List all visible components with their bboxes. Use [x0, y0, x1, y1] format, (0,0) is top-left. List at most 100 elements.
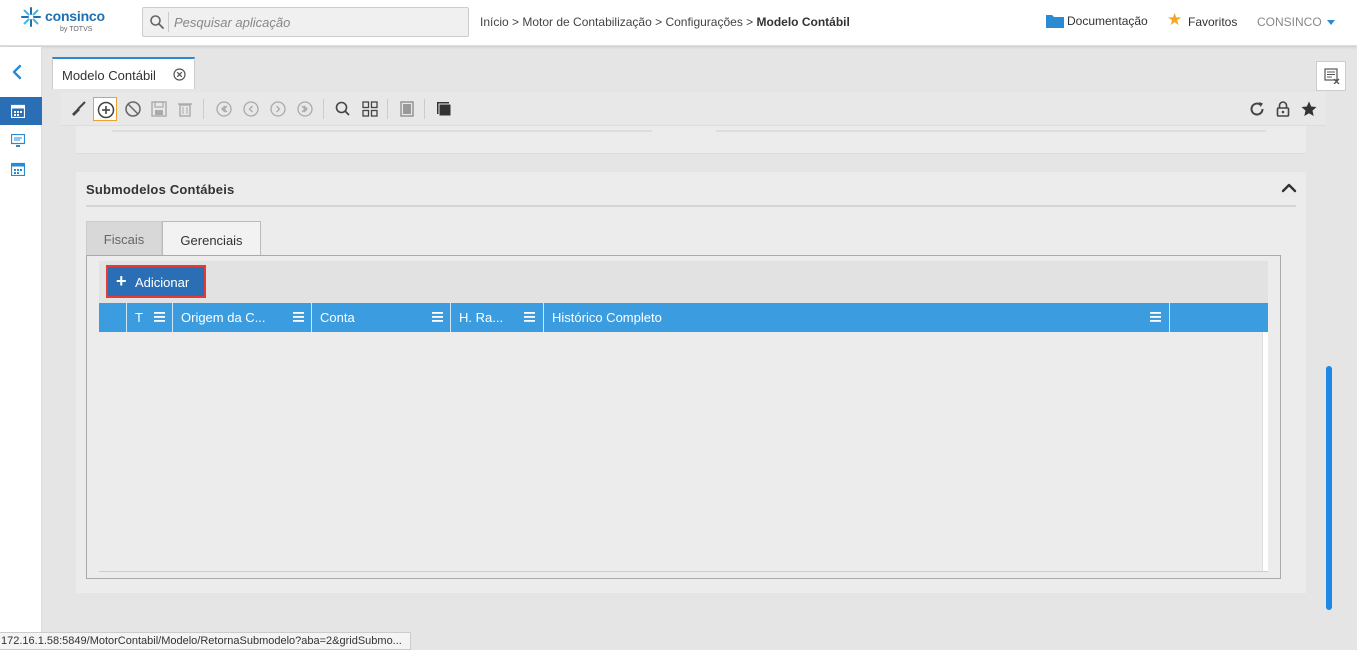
- save-button[interactable]: [147, 97, 171, 121]
- breadcrumb-current: Modelo Contábil: [756, 15, 850, 29]
- previous-section-card: [76, 126, 1306, 154]
- tab-gerenciais[interactable]: Gerenciais: [162, 221, 261, 256]
- save-icon: [151, 101, 167, 117]
- column-menu-icon[interactable]: [524, 312, 535, 322]
- toolbar-separator: [323, 99, 324, 119]
- sidebar-item-calendar[interactable]: [0, 155, 42, 183]
- user-menu[interactable]: CONSINCO: [1257, 15, 1335, 29]
- delete-button[interactable]: [173, 97, 197, 121]
- field-underline: [716, 130, 1266, 132]
- tab-fiscais-label: Fiscais: [103, 232, 145, 247]
- first-record-button[interactable]: [212, 97, 236, 121]
- monitor-icon: [11, 134, 25, 147]
- lock-button[interactable]: [1271, 97, 1295, 121]
- grid-scrollbar[interactable]: [1262, 332, 1268, 572]
- last-icon: [297, 101, 313, 117]
- toolbar-separator: [387, 99, 388, 119]
- grid-header: T Origem da C... Conta H. Ra... Históric…: [99, 303, 1268, 332]
- breadcrumb: Início > Motor de Contabilização > Confi…: [480, 15, 850, 29]
- add-button-label: Adicionar: [135, 275, 190, 290]
- refresh-button[interactable]: [1245, 97, 1269, 121]
- column-label: Origem da C...: [181, 310, 266, 325]
- toolbar-separator: [424, 99, 425, 119]
- chevron-left-icon[interactable]: [9, 64, 25, 80]
- section-title: Submodelos Contábeis: [86, 182, 235, 197]
- copy-icon: [437, 102, 452, 117]
- section-divider: [86, 205, 1296, 207]
- window-list-icon: [1324, 68, 1340, 84]
- report-button[interactable]: [395, 97, 419, 121]
- tab-label: Modelo Contábil: [62, 68, 156, 83]
- column-menu-icon[interactable]: [293, 312, 304, 322]
- main-area: Modelo Contábil Submodelos Contábeis Fis…: [52, 57, 1347, 650]
- column-header-h-ra[interactable]: H. Ra...: [451, 303, 544, 332]
- previous-icon: [243, 101, 259, 117]
- clear-button[interactable]: [67, 97, 91, 121]
- favorites-label: Favoritos: [1188, 15, 1238, 29]
- next-icon: [270, 101, 286, 117]
- search-input[interactable]: [174, 11, 459, 33]
- column-label: T: [135, 310, 143, 325]
- search-box[interactable]: [142, 7, 469, 37]
- tab-fiscais[interactable]: Fiscais: [86, 221, 162, 255]
- last-record-button[interactable]: [293, 97, 317, 121]
- user-label: CONSINCO: [1257, 15, 1322, 29]
- next-record-button[interactable]: [266, 97, 290, 121]
- column-label: Conta: [320, 310, 355, 325]
- column-header-t[interactable]: T: [127, 303, 173, 332]
- column-header-origem[interactable]: Origem da C...: [173, 303, 312, 332]
- column-label: H. Ra...: [459, 310, 504, 325]
- star-icon: ★: [1167, 10, 1183, 29]
- add-button[interactable]: + Adicionar: [106, 265, 206, 298]
- scrollbar-thumb[interactable]: [1326, 366, 1332, 610]
- search-button[interactable]: [331, 97, 355, 121]
- copy-button[interactable]: [432, 97, 456, 121]
- chevron-up-icon[interactable]: [1280, 181, 1298, 195]
- calendar-icon: [11, 104, 25, 118]
- cancel-icon: [125, 101, 141, 117]
- breadcrumb-path[interactable]: Início > Motor de Contabilização > Confi…: [480, 15, 757, 29]
- grid-toolbar: + Adicionar: [99, 261, 1268, 303]
- field-underline: [112, 130, 652, 132]
- submodelos-section: Submodelos Contábeis Fiscais Gerenciais …: [76, 172, 1306, 593]
- magnifier-icon: [335, 101, 350, 116]
- add-record-button[interactable]: [93, 97, 117, 121]
- top-header: consinco by TOTVS Início > Motor de Cont…: [0, 0, 1357, 46]
- grid-icon: [362, 101, 378, 117]
- column-header-conta[interactable]: Conta: [312, 303, 451, 332]
- close-tab-icon[interactable]: [173, 68, 186, 81]
- search-icon: [150, 15, 164, 29]
- tab-gerenciais-label: Gerenciais: [180, 233, 243, 248]
- cancel-button[interactable]: [121, 97, 145, 121]
- broom-icon: [72, 101, 86, 116]
- content-panel: Submodelos Contábeis Fiscais Gerenciais …: [61, 126, 1326, 650]
- status-bar-url: 172.16.1.58:5849/MotorContabil/Modelo/Re…: [0, 632, 411, 650]
- lock-icon: [1276, 101, 1290, 117]
- trash-icon: [178, 103, 192, 117]
- documentation-label: Documentação: [1067, 14, 1148, 28]
- page-scrollbar[interactable]: [1325, 128, 1333, 610]
- tab-modelo-contabil[interactable]: Modelo Contábil: [52, 57, 195, 89]
- window-list-button[interactable]: [1316, 61, 1346, 91]
- submodelos-grid: + Adicionar T Origem da C... Conta H. Ra…: [86, 255, 1281, 579]
- column-header-historico[interactable]: Histórico Completo: [544, 303, 1170, 332]
- refresh-icon: [1250, 102, 1264, 116]
- favorite-button[interactable]: [1297, 97, 1321, 121]
- toolbar: [61, 92, 1326, 126]
- document-icon: [400, 101, 414, 117]
- grid-view-button[interactable]: [358, 97, 382, 121]
- logo-text: consinco: [45, 8, 105, 24]
- caret-down-icon: [1326, 20, 1335, 26]
- toolbar-separator: [203, 99, 204, 119]
- grid-body-empty: [99, 332, 1268, 572]
- plus-icon: +: [116, 271, 127, 291]
- left-sidebar: [0, 47, 42, 650]
- column-menu-icon[interactable]: [432, 312, 443, 322]
- column-menu-icon[interactable]: [1150, 312, 1161, 322]
- sidebar-item-calendar-active[interactable]: [0, 97, 42, 125]
- previous-record-button[interactable]: [239, 97, 263, 121]
- sidebar-item-monitor[interactable]: [0, 127, 42, 155]
- select-column-header[interactable]: [99, 303, 127, 332]
- consinco-logo[interactable]: consinco by TOTVS: [20, 6, 115, 40]
- column-menu-icon[interactable]: [154, 312, 165, 322]
